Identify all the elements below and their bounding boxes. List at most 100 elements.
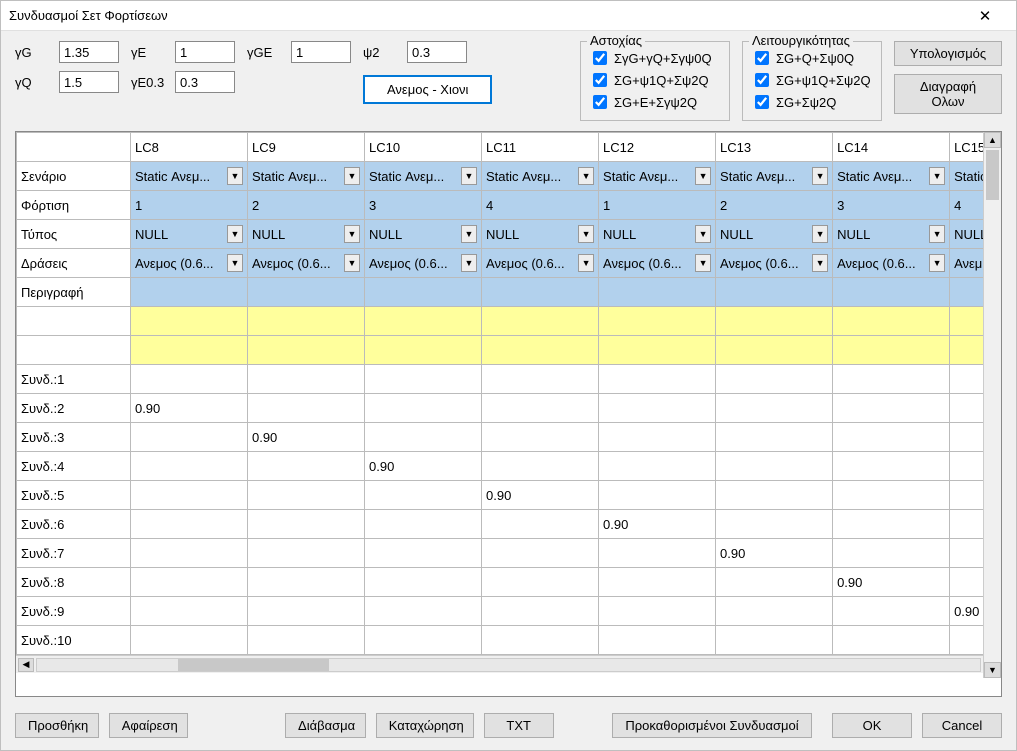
- cell[interactable]: [599, 539, 716, 568]
- cell[interactable]: [365, 307, 482, 336]
- dropdown-cell[interactable]: Static Ανεμ...▼: [837, 162, 945, 190]
- cell[interactable]: [247, 626, 364, 655]
- dropdown-cell[interactable]: Ανεμος (0.6...▼: [369, 249, 477, 277]
- col-LC9[interactable]: LC9: [247, 133, 364, 162]
- vscroll-thumb[interactable]: [986, 150, 999, 200]
- cell[interactable]: [833, 539, 950, 568]
- defaults-button[interactable]: Προκαθορισμένοι Συνδυασμοί: [612, 713, 812, 738]
- dropdown-cell[interactable]: Ανεμος (0.6...▼: [837, 249, 945, 277]
- col-LC13[interactable]: LC13: [716, 133, 833, 162]
- close-button[interactable]: ✕: [962, 1, 1008, 31]
- cell[interactable]: [365, 539, 482, 568]
- cell[interactable]: NULL▼: [833, 220, 950, 249]
- cell[interactable]: 2: [716, 191, 833, 220]
- cell[interactable]: [130, 336, 247, 365]
- cell[interactable]: [599, 336, 716, 365]
- cell[interactable]: [365, 365, 482, 394]
- chevron-down-icon[interactable]: ▼: [695, 167, 711, 185]
- cell[interactable]: [130, 626, 247, 655]
- cell[interactable]: Ανεμος (0.6...▼: [833, 249, 950, 278]
- cell[interactable]: [833, 452, 950, 481]
- cell[interactable]: [599, 452, 716, 481]
- cell[interactable]: [247, 568, 364, 597]
- cell[interactable]: [247, 539, 364, 568]
- hscroll-thumb[interactable]: [178, 659, 329, 671]
- cell[interactable]: [365, 481, 482, 510]
- cell[interactable]: [716, 307, 833, 336]
- cell[interactable]: [130, 481, 247, 510]
- cell[interactable]: 3: [833, 191, 950, 220]
- dropdown-cell[interactable]: NULL▼: [252, 220, 360, 248]
- cell[interactable]: [365, 394, 482, 423]
- cell[interactable]: [482, 336, 599, 365]
- cell[interactable]: [247, 452, 364, 481]
- chevron-down-icon[interactable]: ▼: [227, 167, 243, 185]
- cell[interactable]: [247, 394, 364, 423]
- cell[interactable]: 1: [599, 191, 716, 220]
- cell[interactable]: NULL▼: [130, 220, 247, 249]
- cell[interactable]: [130, 539, 247, 568]
- gE-input[interactable]: [175, 41, 235, 63]
- dropdown-cell[interactable]: Static Ανεμ...▼: [369, 162, 477, 190]
- cell[interactable]: [599, 365, 716, 394]
- cell[interactable]: [833, 278, 950, 307]
- vertical-scrollbar[interactable]: ▲ ▼: [983, 132, 1001, 678]
- read-button[interactable]: Διάβασμα: [285, 713, 366, 738]
- cell[interactable]: [365, 510, 482, 539]
- cell[interactable]: NULL▼: [599, 220, 716, 249]
- horizontal-scrollbar[interactable]: ◀ ▶: [16, 655, 1001, 673]
- cell[interactable]: [482, 423, 599, 452]
- cell[interactable]: [247, 481, 364, 510]
- chevron-down-icon[interactable]: ▼: [578, 225, 594, 243]
- cell[interactable]: 1: [130, 191, 247, 220]
- col-LC11[interactable]: LC11: [482, 133, 599, 162]
- scroll-up-icon[interactable]: ▲: [984, 132, 1001, 148]
- cell[interactable]: [247, 307, 364, 336]
- cell[interactable]: [130, 307, 247, 336]
- psi2-input[interactable]: [407, 41, 467, 63]
- col-LC8[interactable]: LC8: [130, 133, 247, 162]
- cell[interactable]: [130, 278, 247, 307]
- cell[interactable]: [247, 510, 364, 539]
- dropdown-cell[interactable]: NULL▼: [720, 220, 828, 248]
- cell[interactable]: Static Ανεμ...▼: [716, 162, 833, 191]
- txt-button[interactable]: TXT: [484, 713, 554, 738]
- serv-check-3[interactable]: [755, 95, 769, 109]
- cell[interactable]: [482, 510, 599, 539]
- dropdown-cell[interactable]: Ανεμος (0.6...▼: [486, 249, 594, 277]
- calculate-button[interactable]: Υπολογισμός: [894, 41, 1002, 66]
- chevron-down-icon[interactable]: ▼: [695, 225, 711, 243]
- cell[interactable]: [833, 481, 950, 510]
- cell[interactable]: [716, 278, 833, 307]
- dropdown-cell[interactable]: NULL▼: [135, 220, 243, 248]
- chevron-down-icon[interactable]: ▼: [344, 167, 360, 185]
- cell[interactable]: [716, 568, 833, 597]
- cell[interactable]: [599, 597, 716, 626]
- chevron-down-icon[interactable]: ▼: [812, 254, 828, 272]
- cell[interactable]: [247, 365, 364, 394]
- cell[interactable]: [599, 568, 716, 597]
- chevron-down-icon[interactable]: ▼: [812, 225, 828, 243]
- gG-input[interactable]: [59, 41, 119, 63]
- chevron-down-icon[interactable]: ▼: [812, 167, 828, 185]
- cell[interactable]: [130, 510, 247, 539]
- dropdown-cell[interactable]: Static Ανεμ...▼: [720, 162, 828, 190]
- cell[interactable]: [599, 626, 716, 655]
- chevron-down-icon[interactable]: ▼: [695, 254, 711, 272]
- cell[interactable]: 0.90: [833, 568, 950, 597]
- cell[interactable]: [716, 510, 833, 539]
- cell[interactable]: [482, 307, 599, 336]
- cell[interactable]: Static Ανεμ...▼: [482, 162, 599, 191]
- chevron-down-icon[interactable]: ▼: [929, 254, 945, 272]
- cell[interactable]: [130, 423, 247, 452]
- cell[interactable]: Static Ανεμ...▼: [599, 162, 716, 191]
- cell[interactable]: [482, 365, 599, 394]
- chevron-down-icon[interactable]: ▼: [461, 225, 477, 243]
- remove-button[interactable]: Αφαίρεση: [109, 713, 189, 738]
- chevron-down-icon[interactable]: ▼: [578, 167, 594, 185]
- cell[interactable]: [482, 568, 599, 597]
- failure-check-1[interactable]: [593, 51, 607, 65]
- scroll-down-icon[interactable]: ▼: [984, 662, 1001, 678]
- dropdown-cell[interactable]: NULL▼: [486, 220, 594, 248]
- cell[interactable]: Static Ανεμ...▼: [130, 162, 247, 191]
